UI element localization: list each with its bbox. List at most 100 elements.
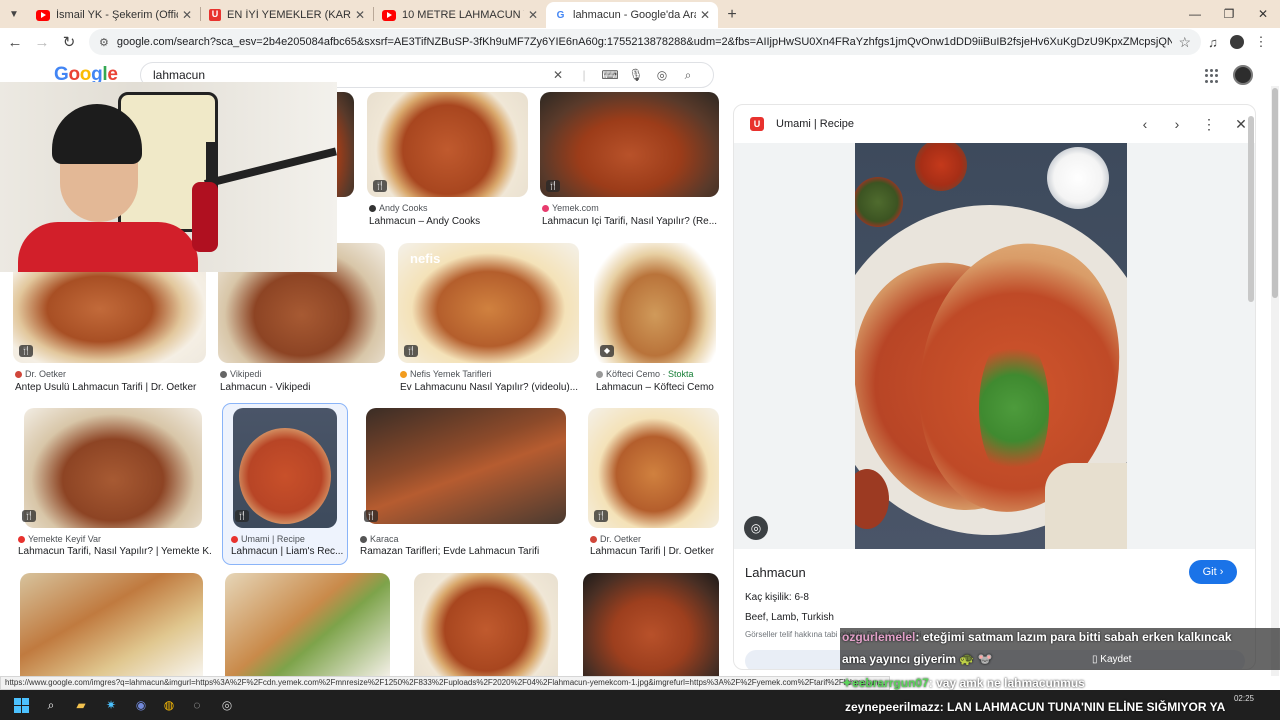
discord-icon[interactable]: ◉ xyxy=(132,696,150,714)
visual-search-icon[interactable]: ◎ xyxy=(744,516,768,540)
tab-4-title: lahmacun - Google'da Ara xyxy=(573,9,696,21)
result-title[interactable]: Antep Usulü Lahmacun Tarifi | Dr. Oetker xyxy=(15,382,208,393)
account-avatar[interactable] xyxy=(1233,65,1253,85)
recipe-icon: 🍴 xyxy=(404,345,418,357)
umami-favicon-icon: U xyxy=(750,117,764,131)
result-image[interactable] xyxy=(233,408,337,528)
result-title[interactable]: Ev Lahmacunu Nasıl Yapılır? (videolu)... xyxy=(400,382,581,393)
result-image[interactable] xyxy=(367,92,528,197)
divider: | xyxy=(582,68,586,82)
close-icon[interactable]: ✕ xyxy=(528,8,538,22)
chat-message-2: ✦eebrarrgun07: vay amk ne lahmacunmus xyxy=(842,676,1085,690)
google-apps-icon[interactable] xyxy=(1205,69,1219,83)
window-close-icon[interactable]: ✕ xyxy=(1246,0,1280,28)
address-bar[interactable]: ⚙ google.com/search?sca_esv=2b4e205084af… xyxy=(89,29,1201,55)
result-image[interactable] xyxy=(540,92,719,197)
tab-1[interactable]: İsmail YK - Şekerim (Official Vid ✕ xyxy=(28,2,200,28)
result-yemekte-keyif-var[interactable]: 🍴 Yemekte Keyif Var Lahmacun Tarifi, Nas… xyxy=(16,408,212,563)
preview-header: U Umami | Recipe ‹ › ⋮ ✕ xyxy=(734,105,1255,143)
minimize-icon[interactable]: — xyxy=(1178,0,1212,28)
result-title[interactable]: Lahmacun İçi Tarifi, Nasıl Yapılır? (Re.… xyxy=(542,216,721,227)
search-input[interactable]: lahmacun xyxy=(153,68,545,82)
next-icon[interactable]: › xyxy=(1161,116,1193,132)
obs-icon[interactable]: ◎ xyxy=(218,696,236,714)
result-image[interactable] xyxy=(414,573,558,676)
more-options-icon[interactable]: ⋮ xyxy=(1193,116,1225,133)
site-info-icon[interactable]: ⚙ xyxy=(99,36,109,49)
forward-icon[interactable]: → xyxy=(30,30,54,54)
preview-source[interactable]: Umami | Recipe xyxy=(776,118,1129,130)
result-title[interactable]: Lahmacun - Vikipedi xyxy=(220,382,387,393)
search-icon[interactable]: ⌕ xyxy=(42,696,60,714)
profile-avatar-icon[interactable] xyxy=(1230,35,1244,49)
microphone-icon[interactable]: 🎙 xyxy=(623,68,649,82)
result-image[interactable] xyxy=(588,408,719,528)
preview-title[interactable]: Lahmacun xyxy=(745,565,806,580)
close-icon[interactable]: ✕ xyxy=(700,8,710,22)
tab-2[interactable]: U EN İYİ YEMEKLER (KARIŞIK) @ ✕ xyxy=(201,2,373,28)
previous-icon[interactable]: ‹ xyxy=(1129,116,1161,132)
webcam-overlay xyxy=(0,82,337,272)
panel-scrollbar[interactable] xyxy=(1248,116,1254,302)
window-controls: — ❐ ✕ xyxy=(1178,0,1280,28)
chat-message-3: zeynepeerilmazz: LAN LAHMACUN TUNA'NIN E… xyxy=(845,700,1225,714)
result-row4-3[interactable] xyxy=(414,573,558,676)
preview-tags: Beef, Lamb, Turkish xyxy=(745,612,834,623)
bookmark-star-icon[interactable]: ☆ xyxy=(1178,34,1191,51)
settings-icon[interactable]: ✷ xyxy=(102,696,120,714)
result-andy-cooks[interactable]: 🍴 Andy Cooks Lahmacun – Andy Cooks xyxy=(367,92,528,232)
napkin xyxy=(1045,463,1127,549)
start-icon[interactable] xyxy=(12,696,30,714)
result-title[interactable]: Lahmacun | Liam's Rec... xyxy=(231,546,345,557)
result-image[interactable] xyxy=(225,573,390,676)
stream-chat-overlay: ozgurlemelel: eteğimi satmam lazım para … xyxy=(840,628,1280,670)
clock[interactable]: 02:25 xyxy=(1234,694,1254,704)
new-tab-button[interactable]: + xyxy=(718,2,746,28)
save-label[interactable]: ▯ Kaydet xyxy=(1092,654,1131,665)
tab-4-active[interactable]: G lahmacun - Google'da Ara ✕ xyxy=(546,2,718,28)
close-icon[interactable]: ✕ xyxy=(182,8,192,22)
result-image[interactable] xyxy=(366,408,566,524)
result-image[interactable] xyxy=(20,573,203,676)
keyboard-icon[interactable]: ⌨ xyxy=(597,68,623,82)
result-title[interactable]: Lahmacun – Andy Cooks xyxy=(369,216,530,227)
visit-button[interactable]: Git › xyxy=(1189,560,1237,584)
result-umami-selected[interactable]: 🍴 Umami | Recipe Lahmacun | Liam's Rec..… xyxy=(222,403,348,565)
tab-3[interactable]: 10 METRE LAHMACUN YEME Y ✕ xyxy=(374,2,546,28)
back-icon[interactable]: ← xyxy=(3,30,27,54)
result-row4-4[interactable] xyxy=(583,573,719,676)
result-image[interactable] xyxy=(583,573,719,676)
steam-icon[interactable]: ◌ xyxy=(188,696,206,714)
page-scrollbar-thumb[interactable] xyxy=(1272,88,1278,298)
chat-message-1: ozgurlemelel: eteğimi satmam lazım para … xyxy=(842,630,1232,644)
preview-image[interactable] xyxy=(855,143,1127,549)
search-icon[interactable]: ⌕ xyxy=(675,68,701,83)
result-title[interactable]: Lahmacun Tarifi, Nasıl Yapılır? | Yemekt… xyxy=(18,546,212,557)
result-yemek-com[interactable]: 🍴 Yemek.com Lahmacun İçi Tarifi, Nasıl Y… xyxy=(540,92,719,232)
browser-menu-icon[interactable]: ⋮ xyxy=(1249,30,1273,54)
media-controls-icon[interactable]: ♫ xyxy=(1201,30,1225,54)
result-nefis[interactable]: nefis 🍴 Nefis Yemek Tarifleri Ev Lahmacu… xyxy=(398,243,579,395)
tab-search-icon[interactable]: ▼ xyxy=(0,0,28,28)
recipe-icon: 🍴 xyxy=(364,510,378,522)
file-explorer-icon[interactable]: ▰ xyxy=(72,696,90,714)
reload-icon[interactable]: ↻ xyxy=(57,30,81,54)
recipe-icon: 🍴 xyxy=(594,510,608,522)
result-title[interactable]: Ramazan Tarifleri; Evde Lahmacun Tarifi xyxy=(360,546,578,557)
result-row4-2[interactable] xyxy=(225,573,390,676)
lens-icon[interactable]: ◎ xyxy=(649,68,675,82)
recipe-icon: 🍴 xyxy=(19,345,33,357)
result-dr-oetker-2[interactable]: 🍴 Dr. Oetker Lahmacun Tarifi | Dr. Oetke… xyxy=(588,408,719,563)
chrome-icon[interactable]: ◍ xyxy=(160,696,178,714)
result-karaca[interactable]: 🍴 Karaca Ramazan Tarifleri; Evde Lahmacu… xyxy=(358,408,576,563)
result-row4-1[interactable] xyxy=(20,573,203,676)
close-icon[interactable]: ✕ xyxy=(355,8,365,22)
result-title[interactable]: Lahmacun Tarifi | Dr. Oetker xyxy=(590,546,721,557)
windows-taskbar: ⌕ ▰ ✷ ◉ ◍ ◌ ◎ zeynepeerilmazz: LAN LAHMA… xyxy=(0,690,1280,720)
result-title[interactable]: Lahmacun – Köfteci Cemo xyxy=(596,382,718,393)
result-image[interactable] xyxy=(24,408,202,528)
clear-icon[interactable]: ✕ xyxy=(545,68,571,82)
restore-icon[interactable]: ❐ xyxy=(1212,0,1246,28)
result-image[interactable]: nefis xyxy=(398,243,579,363)
result-kofteci-cemo[interactable]: ◆ Köfteci Cemo · Stokta Lahmacun – Köfte… xyxy=(594,243,716,395)
